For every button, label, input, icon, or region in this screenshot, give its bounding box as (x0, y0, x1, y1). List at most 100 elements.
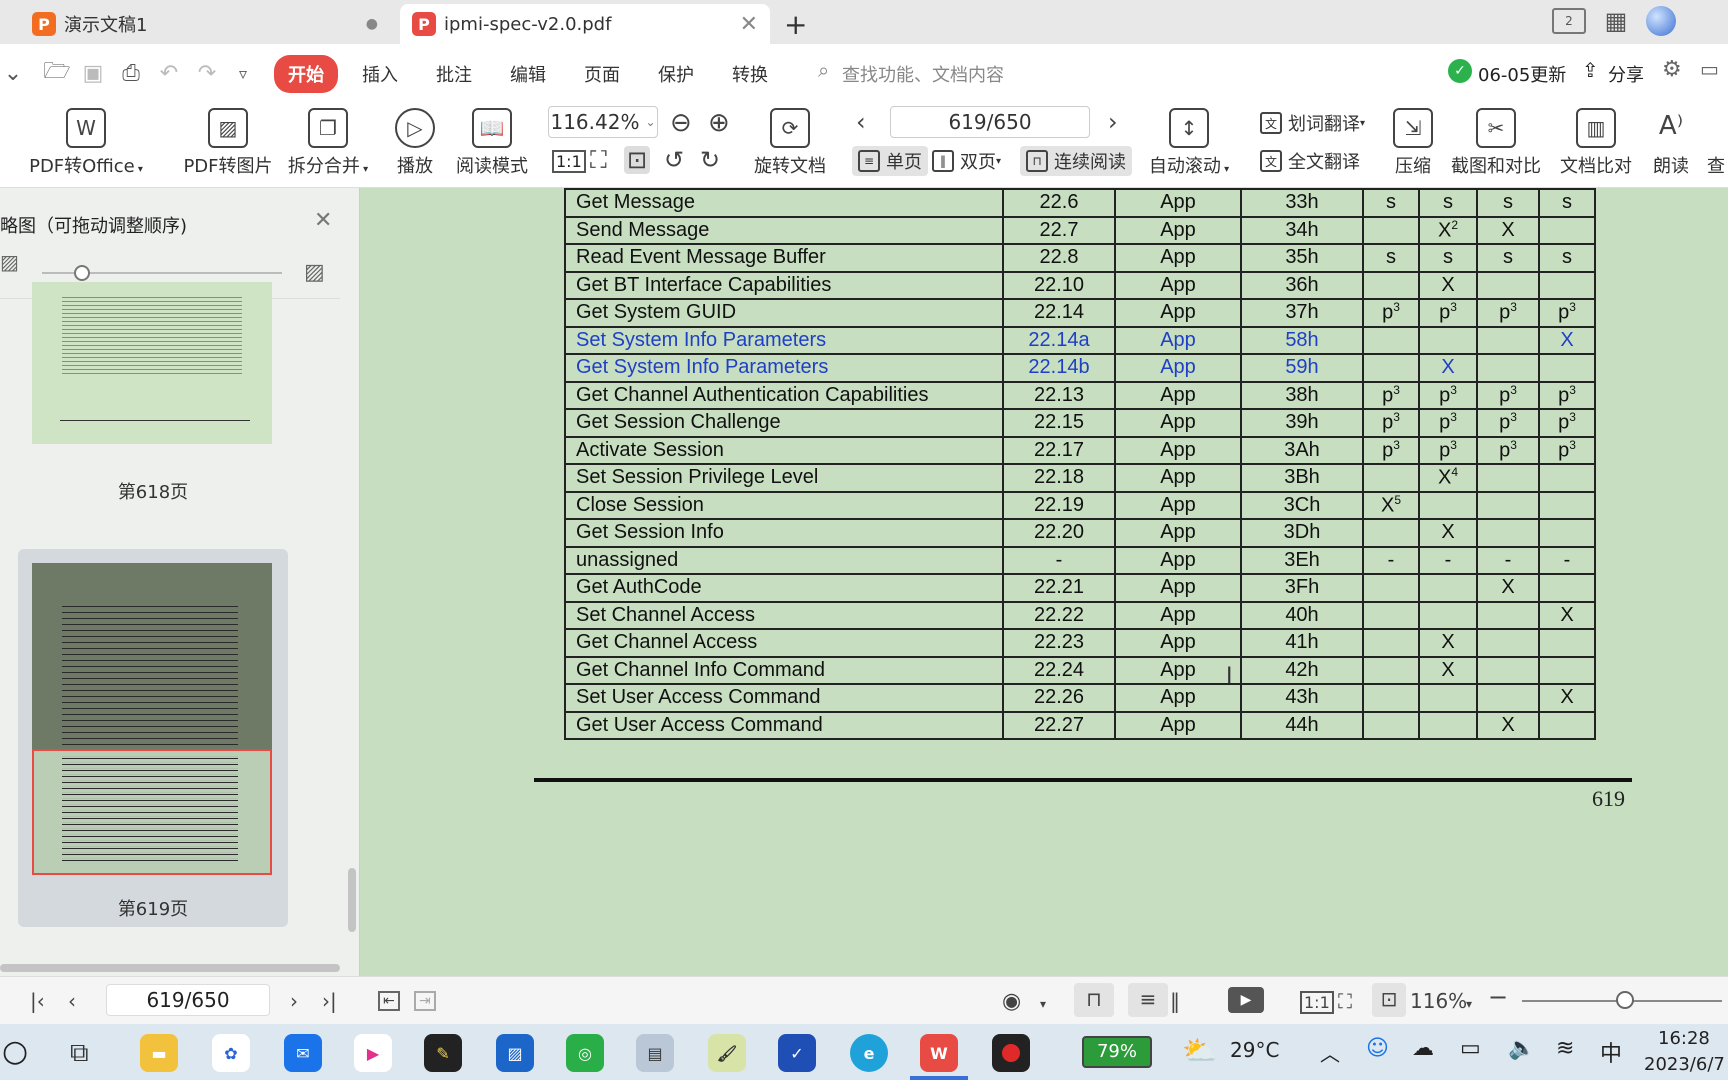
battery-icon[interactable]: ▭ (1460, 1036, 1481, 1061)
double-page-button[interactable]: ‖ 双页 ▾ (932, 148, 1001, 174)
share-button[interactable]: 分享 (1608, 61, 1644, 87)
continuous-mode-icon[interactable]: ⊓ (1074, 983, 1114, 1017)
message-icon[interactable]: ▭ (1700, 57, 1719, 81)
menu-protect[interactable]: 保护 (646, 55, 706, 93)
clock-date[interactable]: 2023/6/7 (1644, 1054, 1725, 1075)
eye-care-icon[interactable]: ◉ (1002, 989, 1021, 1014)
zoom-slider-handle[interactable] (1616, 991, 1634, 1009)
next-page-icon[interactable]: › (1108, 108, 1118, 136)
menu-insert[interactable]: 插入 (350, 55, 410, 93)
prev-page-icon[interactable]: ‹ (856, 108, 866, 136)
chevron-down-icon[interactable]: ⌄ (0, 60, 26, 86)
word-translate-button[interactable]: 文 划词翻译 ▾ (1260, 110, 1365, 136)
play-button[interactable]: ▷ 播放 (390, 108, 440, 178)
sidebar-hscrollbar[interactable] (0, 964, 340, 972)
redo-icon[interactable]: ↷ (194, 60, 220, 86)
section-cell[interactable]: 22.14a (1002, 325, 1116, 355)
dot-icon[interactable]: ● (366, 16, 378, 32)
open-folder-icon[interactable]: 🗁 (43, 59, 70, 86)
rotate-document-button[interactable]: ⟳ 旋转文档 (750, 108, 830, 178)
command-name-cell[interactable]: Get System Info Parameters (564, 353, 1004, 383)
doc-compare-button[interactable]: ▥ 文档比对 (1556, 108, 1636, 178)
menu-page[interactable]: 页面 (572, 55, 632, 93)
more-button[interactable]: 查 (1704, 152, 1728, 178)
document-view[interactable]: Get Message 22.6 App 33h s s s s Send Message 22.… (360, 188, 1728, 976)
fit-page-icon[interactable]: ⛶ (1338, 989, 1352, 1013)
auto-scroll-button[interactable]: ↕ 自动滚动 ▾ (1146, 108, 1232, 178)
search-icon[interactable]: ○ (2, 1034, 28, 1069)
temperature-label[interactable]: 29°C (1230, 1038, 1279, 1062)
undo-icon[interactable]: ↶ (156, 60, 182, 86)
wps-office-icon[interactable]: W (920, 1034, 958, 1072)
status-page-input[interactable]: 619/650 (106, 984, 270, 1016)
window-mode-icon[interactable]: 2 (1552, 8, 1586, 34)
fit-page-icon[interactable]: ⛶ (590, 146, 607, 174)
close-icon[interactable]: ✕ (314, 208, 332, 233)
close-icon[interactable]: ✕ (740, 12, 758, 37)
first-page-icon[interactable]: |‹ (30, 989, 45, 1013)
tab-pdf[interactable]: P ipmi-spec-v2.0.pdf ✕ (400, 4, 770, 44)
play-slideshow-icon[interactable]: ▶ (1228, 987, 1264, 1013)
settings-icon[interactable]: ⚙ (1662, 57, 1682, 82)
task-view-icon[interactable]: ⧉ (70, 1038, 89, 1069)
zoom-out-icon[interactable]: ⊖ (670, 108, 692, 138)
collapse-sidebar-icon[interactable]: ⇤ (378, 991, 400, 1011)
edge-browser-icon[interactable]: e (850, 1034, 888, 1072)
menu-comment[interactable]: 批注 (424, 55, 484, 93)
grid-icon[interactable]: ▦ (1602, 7, 1630, 35)
ime-indicator[interactable]: 中 (1600, 1036, 1622, 1068)
menu-convert[interactable]: 转换 (720, 55, 780, 93)
tab-presentation[interactable]: P 演示文稿1 ● (20, 4, 390, 44)
file-explorer-icon[interactable]: ▬ (140, 1034, 178, 1072)
notes-icon[interactable]: ✎ (424, 1034, 462, 1072)
rotate-right-icon[interactable]: ↻ (700, 146, 720, 174)
rotate-left-icon[interactable]: ↺ (664, 146, 684, 174)
zoom-select[interactable]: 116.42% ⌄ (548, 106, 658, 138)
pdf-to-image-button[interactable]: ▨ PDF转图片 (168, 108, 288, 178)
continuous-read-button[interactable]: ⊓ 连续阅读 (1020, 146, 1132, 176)
page-thumbnail-619[interactable]: 第619页 (18, 549, 288, 927)
sidebar-scrollbar[interactable] (348, 868, 356, 932)
mail-icon[interactable]: ✉ (284, 1034, 322, 1072)
compress-button[interactable]: ⇲ 压缩 (1390, 108, 1436, 178)
read-mode-button[interactable]: 📖 阅读模式 (452, 108, 532, 178)
app-hub-icon[interactable]: ✿ (212, 1034, 250, 1072)
chevron-up-icon[interactable]: ︿ (1320, 1038, 1340, 1067)
notepad-icon[interactable]: ▤ (636, 1034, 674, 1072)
single-page-mode-icon[interactable]: ≡ (1128, 983, 1168, 1017)
screen-recorder-icon[interactable] (992, 1034, 1030, 1072)
wifi-icon[interactable]: ≋ (1556, 1036, 1574, 1061)
cloud-icon[interactable]: ☁ (1412, 1036, 1434, 1061)
print-icon[interactable]: ⎙ (118, 60, 144, 86)
avatar[interactable] (1646, 6, 1676, 36)
section-cell[interactable]: 22.14b (1002, 353, 1116, 383)
fit-width-icon[interactable]: ⊡ (624, 146, 651, 174)
next-page-icon[interactable]: › (290, 989, 298, 1013)
eye-dropdown-icon[interactable]: ▾ (1040, 997, 1046, 1011)
tray-app-icon[interactable]: ☺ (1366, 1036, 1389, 1061)
wechat-icon[interactable]: ◎ (566, 1034, 604, 1072)
menu-edit[interactable]: 编辑 (498, 55, 558, 93)
photos-icon[interactable]: ▨ (496, 1034, 534, 1072)
screenshot-compare-button[interactable]: ✂ 截图和对比 (1446, 108, 1546, 178)
menu-start[interactable]: 开始 (274, 55, 338, 93)
slider-handle[interactable] (74, 265, 90, 281)
whiteboard-icon[interactable]: ✓ (778, 1034, 816, 1072)
youku-icon[interactable]: ▶ (354, 1034, 392, 1072)
zoom-dropdown-icon[interactable]: ▾ (1466, 997, 1472, 1011)
large-image-icon[interactable]: ▨ (304, 260, 325, 285)
double-page-mode-icon[interactable]: ‖ (1170, 989, 1180, 1013)
fit-width-icon[interactable]: ⊡ (1372, 983, 1406, 1017)
more-dropdown-icon[interactable]: ▿ (230, 60, 256, 86)
single-page-button[interactable]: ≡ 单页 (852, 146, 928, 176)
read-aloud-button[interactable]: A⁾ 朗读 (1648, 108, 1694, 178)
clock-time[interactable]: 16:28 (1658, 1028, 1710, 1049)
small-image-icon[interactable]: ▨ (0, 250, 19, 274)
actual-size-icon[interactable]: 1:1 (552, 150, 586, 173)
command-name-cell[interactable]: Set System Info Parameters (564, 325, 1004, 355)
actual-size-icon[interactable]: 1:1 (1300, 991, 1334, 1014)
battery-widget[interactable]: 79% (1082, 1036, 1152, 1068)
search-input[interactable]: 查找功能、文档内容 (842, 61, 1004, 87)
new-tab-icon[interactable]: + (784, 8, 807, 41)
prev-page-icon[interactable]: ‹ (68, 989, 76, 1013)
